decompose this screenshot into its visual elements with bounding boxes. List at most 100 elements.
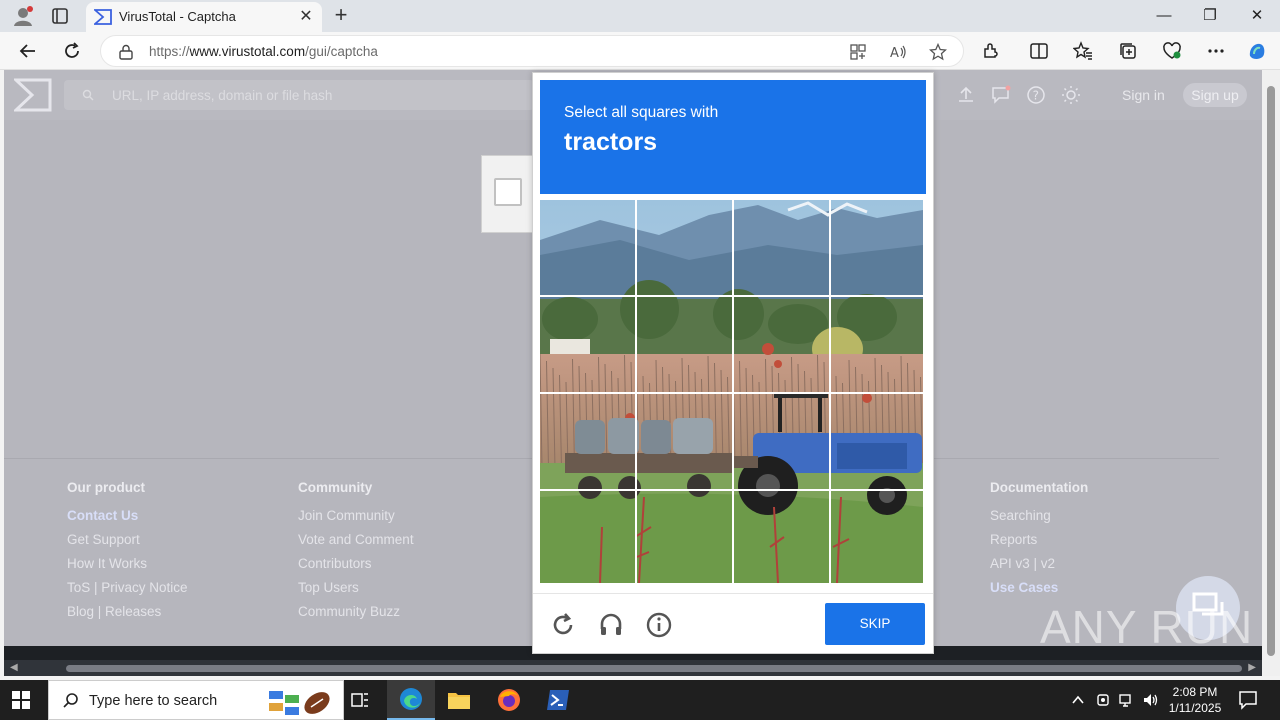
footer-link-contact-us[interactable]: Contact Us	[67, 508, 188, 532]
taskbar-search-box[interactable]: Type here to search	[48, 680, 344, 720]
footer-link-searching[interactable]: Searching	[990, 508, 1088, 532]
url-text[interactable]: https://www.virustotal.com/gui/captcha	[149, 44, 378, 59]
refresh-icon[interactable]	[61, 40, 83, 62]
footer-link-community-buzz[interactable]: Community Buzz	[298, 604, 414, 628]
footer-link-contributors[interactable]: Contributors	[298, 556, 414, 580]
new-tab-icon[interactable]: +	[330, 4, 352, 26]
image-tile[interactable]	[831, 491, 926, 586]
vertical-scroll-thumb[interactable]	[1267, 86, 1275, 656]
footer-link-join-community[interactable]: Join Community	[298, 508, 414, 532]
close-window-icon[interactable]: ✕	[1245, 6, 1269, 26]
taskbar-clock[interactable]: 2:08 PM 1/11/2025	[1160, 684, 1230, 716]
split-screen-icon[interactable]	[1028, 40, 1050, 62]
theme-toggle-icon[interactable]	[1061, 85, 1081, 105]
taskbar-powershell-icon[interactable]	[534, 680, 582, 720]
windows-start-icon[interactable]	[12, 691, 30, 709]
task-view-icon[interactable]	[336, 680, 384, 720]
footer-link-how-it-works[interactable]: How It Works	[67, 556, 188, 580]
recaptcha-checkbox[interactable]	[494, 178, 522, 206]
image-tile[interactable]	[540, 200, 635, 295]
taskbar-edge-icon[interactable]	[387, 680, 435, 720]
taskbar-firefox-icon[interactable]	[485, 680, 533, 720]
horizontal-scroll-thumb[interactable]	[66, 665, 1242, 672]
help-icon[interactable]: ?	[1026, 85, 1046, 105]
upload-icon[interactable]	[956, 85, 976, 105]
clock-time: 2:08 PM	[1172, 685, 1218, 699]
image-tile[interactable]	[734, 394, 829, 489]
chat-notification-icon[interactable]	[991, 85, 1011, 105]
footer-link-get-support[interactable]: Get Support	[67, 532, 188, 556]
collections-icon[interactable]	[1117, 40, 1139, 62]
image-tile[interactable]	[540, 297, 635, 392]
vertical-scrollbar[interactable]	[1262, 70, 1280, 676]
address-bar[interactable]: https://www.virustotal.com/gui/captcha A	[100, 35, 964, 67]
scroll-right-icon[interactable]: ▶	[1248, 662, 1256, 673]
virustotal-logo-icon[interactable]	[14, 78, 52, 112]
image-tile[interactable]	[540, 394, 635, 489]
tile-image	[637, 491, 732, 583]
network-icon[interactable]	[1118, 692, 1134, 708]
horizontal-scrollbar[interactable]: ◀ ▶	[4, 660, 1262, 676]
minimize-icon[interactable]: —	[1152, 6, 1176, 26]
copilot-icon[interactable]	[1246, 40, 1268, 62]
footer-link-blog-releases[interactable]: Blog | Releases	[67, 604, 188, 628]
profile-icon[interactable]	[12, 5, 34, 27]
image-tile[interactable]	[734, 297, 829, 392]
image-tile[interactable]	[734, 491, 829, 586]
lock-icon[interactable]	[119, 44, 133, 60]
image-tile[interactable]	[831, 297, 926, 392]
meet-now-icon[interactable]	[1095, 692, 1111, 708]
tab-actions-icon[interactable]	[50, 6, 70, 26]
audio-challenge-icon[interactable]	[597, 611, 625, 639]
image-tile[interactable]	[637, 394, 732, 489]
skip-button[interactable]: SKIP	[825, 603, 925, 645]
vt-search-input[interactable]: URL, IP address, domain or file hash	[64, 80, 534, 110]
favorites-icon[interactable]	[1072, 40, 1094, 62]
restore-icon[interactable]: ❐	[1198, 6, 1222, 26]
svg-text:?: ?	[1033, 89, 1039, 103]
read-aloud-icon[interactable]: A	[889, 43, 907, 61]
back-icon[interactable]	[17, 40, 39, 62]
clock-date: 1/11/2025	[1168, 701, 1222, 715]
footer-col-community: Community Join Community Vote and Commen…	[298, 480, 414, 628]
image-tile[interactable]	[734, 200, 829, 295]
browser-tab-active[interactable]: VirusTotal - Captcha ✕	[86, 2, 322, 32]
browser-essentials-icon[interactable]	[1161, 40, 1183, 62]
tile-image	[831, 394, 923, 489]
close-tab-icon[interactable]: ✕	[298, 8, 314, 26]
footer-link-vote-comment[interactable]: Vote and Comment	[298, 532, 414, 556]
challenge-header: Select all squares with tractors	[540, 80, 926, 194]
footer-heading: Our product	[67, 480, 145, 495]
sign-up-button[interactable]: Sign up	[1183, 83, 1247, 107]
taskbar-file-explorer-icon[interactable]	[435, 680, 483, 720]
tab-bar: VirusTotal - Captcha ✕ + — ❐ ✕	[0, 0, 1280, 32]
notification-center-icon[interactable]	[1238, 690, 1258, 710]
tile-image	[637, 297, 732, 392]
footer-link-api[interactable]: API v3 | v2	[990, 556, 1088, 580]
volume-icon[interactable]	[1142, 692, 1158, 708]
show-hidden-icons-icon[interactable]	[1070, 692, 1086, 708]
tile-image	[540, 297, 635, 392]
recaptcha-challenge-dialog: Select all squares with tractors SKIP	[532, 72, 934, 654]
footer-link-top-users[interactable]: Top Users	[298, 580, 414, 604]
info-icon[interactable]	[645, 611, 673, 639]
image-tile[interactable]	[540, 491, 635, 586]
scroll-left-icon[interactable]: ◀	[10, 662, 18, 673]
image-tile[interactable]	[637, 200, 732, 295]
extensions-icon[interactable]	[980, 40, 1002, 62]
recaptcha-checkbox-widget	[481, 155, 537, 233]
reload-challenge-icon[interactable]	[549, 611, 577, 639]
footer-link-reports[interactable]: Reports	[990, 532, 1088, 556]
image-tile[interactable]	[831, 394, 926, 489]
favorite-star-icon[interactable]	[929, 43, 947, 61]
sign-in-link[interactable]: Sign in	[1122, 87, 1165, 103]
tile-image	[831, 297, 923, 392]
image-tile[interactable]	[637, 491, 732, 586]
more-options-icon[interactable]	[1205, 40, 1227, 62]
anyrun-watermark: ANY RUN	[1040, 601, 1254, 653]
image-tile[interactable]	[831, 200, 926, 295]
challenge-divider	[533, 593, 933, 594]
app-available-icon[interactable]	[849, 43, 867, 61]
image-tile[interactable]	[637, 297, 732, 392]
footer-link-tos-privacy[interactable]: ToS | Privacy Notice	[67, 580, 188, 604]
